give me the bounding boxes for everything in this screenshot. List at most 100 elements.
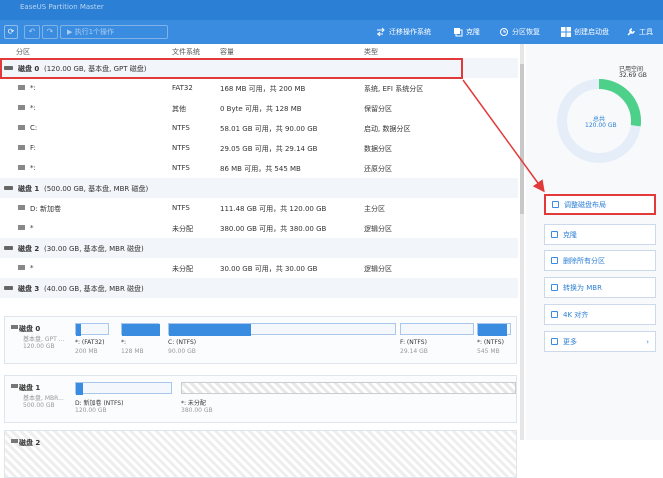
disk-map-name: 磁盘 1 <box>19 384 41 392</box>
segment-size: 128 MB <box>121 348 144 355</box>
partition-icon <box>18 165 25 170</box>
title-bar: EaseUS Partition Master <box>0 0 663 20</box>
disk-icon <box>4 186 13 190</box>
segment-bar <box>121 323 160 336</box>
partition-name: *: <box>30 84 36 92</box>
partition-capacity: 29.05 GB 可用，共 29.14 GB <box>220 145 318 153</box>
right-sidebar: 已用空间 32.69 GB 总共 120.00 GB 调整磁盘布局 克隆 删除所… <box>526 44 663 440</box>
align-icon <box>551 311 558 318</box>
partition-name: * <box>30 264 34 272</box>
partition-row[interactable]: D: 新加卷 NTFS 111.48 GB 可用，共 120.00 GB 主分区 <box>0 198 518 218</box>
create-bootable-label: 创建启动盘 <box>574 28 609 36</box>
disk-map-card[interactable]: 磁盘 0 基本盘, GPT ... 120.00 GB *: (FAT32) 200 M… <box>4 316 517 364</box>
migrate-os-label: 迁移操作系统 <box>389 28 431 36</box>
resize-icon <box>552 201 559 208</box>
segment-size: 545 MB <box>477 348 500 355</box>
redo-button[interactable]: ↷ <box>42 25 58 39</box>
disk-map-type: 基本盘, GPT ... <box>23 336 65 343</box>
used-space-value: 32.69 GB <box>619 72 647 79</box>
clone-button[interactable]: 克隆 <box>453 25 480 39</box>
partition-row[interactable]: * 未分配 380.00 GB 可用，共 380.00 GB 逻辑分区 <box>0 218 518 238</box>
disk-row[interactable]: 磁盘 1 (500.00 GB, 基本盘, MBR 磁盘) <box>0 178 518 198</box>
delete-all-partitions-button[interactable]: 删除所有分区 <box>544 250 656 271</box>
segment-bar <box>400 323 474 335</box>
partition-type: 主分区 <box>364 205 385 213</box>
4k-align-button[interactable]: 4K 对齐 <box>544 304 656 325</box>
segment-name: F: (NTFS) <box>400 339 427 346</box>
segment-size: 200 MB <box>75 348 98 355</box>
disk-name: 磁盘 3 <box>18 285 40 293</box>
segment-name: *: 未分配 <box>181 400 206 407</box>
segment-name: D: 新加卷 (NTFS) <box>75 400 124 407</box>
segment-name: *: (NTFS) <box>477 339 504 346</box>
disk-row[interactable]: 磁盘 3 (40.00 GB, 基本盘, MBR 磁盘) <box>0 278 518 298</box>
segment-bar <box>181 382 516 394</box>
window-title: EaseUS Partition Master <box>20 3 104 11</box>
windows-icon <box>561 27 571 37</box>
toolbar: ⟳ ↶ ↷ ▶ 执行1个操作 迁移操作系统 克隆 分区恢复 创建启动盘 工具 <box>0 20 663 44</box>
create-bootable-button[interactable]: 创建启动盘 <box>561 25 609 39</box>
scrollbar-thumb[interactable] <box>520 64 524 214</box>
partition-icon <box>18 125 25 130</box>
partition-name: * <box>30 224 34 232</box>
convert-icon <box>551 284 558 291</box>
partition-type: 逻辑分区 <box>364 265 392 273</box>
partition-type: 启动, 数据分区 <box>364 125 411 133</box>
partition-capacity: 111.48 GB 可用，共 120.00 GB <box>220 205 327 213</box>
partition-name: C: <box>30 124 38 132</box>
disk-map-type: 基本盘, MBR... <box>23 395 64 402</box>
sidebar-clone-label: 克隆 <box>563 230 577 239</box>
partition-filesystem: NTFS <box>172 144 190 152</box>
tools-label: 工具 <box>639 28 653 36</box>
partition-row[interactable]: * 未分配 30.00 GB 可用，共 30.00 GB 逻辑分区 <box>0 258 518 278</box>
partition-row[interactable]: *: NTFS 86 MB 可用，共 545 MB 还原分区 <box>0 158 518 178</box>
partition-row[interactable]: *: FAT32 168 MB 可用，共 200 MB 系统, EFI 系统分区 <box>0 78 518 98</box>
partition-capacity: 86 MB 可用，共 545 MB <box>220 165 301 173</box>
migrate-os-icon <box>377 27 385 37</box>
column-partition: 分区 <box>16 48 30 56</box>
convert-to-mbr-button[interactable]: 转换为 MBR <box>544 277 656 298</box>
disk-icon <box>4 286 13 290</box>
partition-recovery-button[interactable]: 分区恢复 <box>499 25 540 39</box>
vertical-scrollbar[interactable] <box>520 44 524 440</box>
partition-name: *: <box>30 104 36 112</box>
segment-used-fill <box>478 324 507 336</box>
disk-info: (30.00 GB, 基本盘, MBR 磁盘) <box>44 245 144 253</box>
disk-map-size: 120.00 GB <box>23 343 55 350</box>
partition-name: F: <box>30 144 36 152</box>
partition-type: 系统, EFI 系统分区 <box>364 85 424 93</box>
segment-used-fill <box>169 324 251 336</box>
column-type: 类型 <box>364 48 378 56</box>
partition-icon <box>18 85 25 90</box>
partition-icon <box>18 205 25 210</box>
wrench-icon <box>627 28 635 36</box>
disk-icon <box>11 325 18 329</box>
disk-info: (500.00 GB, 基本盘, MBR 磁盘) <box>44 185 149 193</box>
disk-row[interactable]: 磁盘 2 (30.00 GB, 基本盘, MBR 磁盘) <box>0 238 518 258</box>
segment-size: 380.00 GB <box>181 407 213 414</box>
partition-row[interactable]: F: NTFS 29.05 GB 可用，共 29.14 GB 数据分区 <box>0 138 518 158</box>
more-icon <box>551 338 558 345</box>
migrate-os-button[interactable]: 迁移操作系统 <box>376 25 431 39</box>
partition-row[interactable]: *: 其他 0 Byte 可用，共 128 MB 保留分区 <box>0 98 518 118</box>
disk-icon <box>11 384 18 388</box>
undo-button[interactable]: ↶ <box>24 25 40 39</box>
refresh-button[interactable]: ⟳ <box>4 25 18 39</box>
disk-map-card[interactable]: 磁盘 2 <box>4 430 517 478</box>
partition-name: *: <box>30 164 36 172</box>
partition-type: 逻辑分区 <box>364 225 392 233</box>
more-button[interactable]: 更多 › <box>544 331 656 352</box>
execute-operations-button[interactable]: ▶ 执行1个操作 <box>60 25 168 39</box>
refresh-icon: ⟳ <box>7 27 15 36</box>
clone-label: 克隆 <box>466 28 480 36</box>
more-label: 更多 <box>563 337 577 346</box>
partition-row[interactable]: C: NTFS 58.01 GB 可用，共 90.00 GB 启动, 数据分区 <box>0 118 518 138</box>
disk-map-card[interactable]: 磁盘 1 基本盘, MBR... 500.00 GB D: 新加卷 (NTFS) 120… <box>4 375 517 423</box>
tools-button[interactable]: 工具 <box>626 25 653 39</box>
partition-capacity: 58.01 GB 可用，共 90.00 GB <box>220 125 318 133</box>
sidebar-clone-button[interactable]: 克隆 <box>544 224 656 245</box>
partition-filesystem: 其他 <box>172 105 186 113</box>
adjust-disk-layout-button[interactable]: 调整磁盘布局 <box>544 194 656 215</box>
partition-type: 还原分区 <box>364 165 392 173</box>
disk-info: (40.00 GB, 基本盘, MBR 磁盘) <box>44 285 144 293</box>
